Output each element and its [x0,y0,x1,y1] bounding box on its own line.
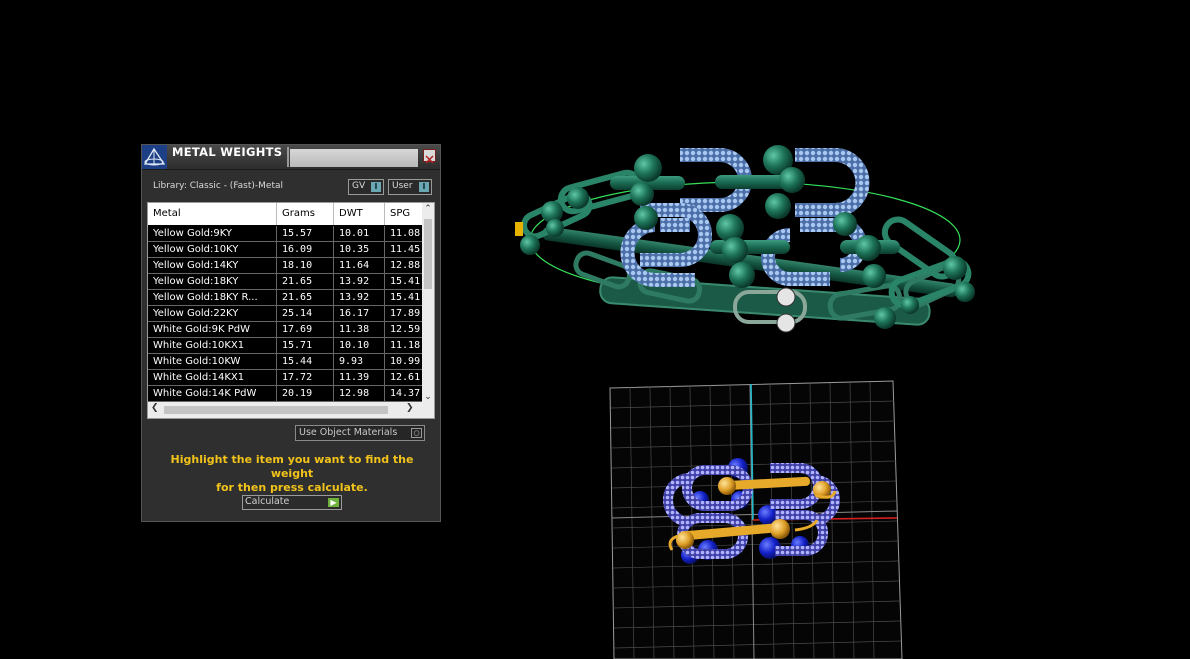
dwt-value: 11.39 [334,370,385,386]
spg-value: 10.99 [385,354,424,370]
chevron-left-icon[interactable]: ❮ [151,403,159,413]
vertical-scroll-thumb[interactable] [424,219,432,289]
vertical-scrollbar[interactable]: ⌃ ⌄ [422,203,434,403]
metal-name: White Gold:9K PdW [148,322,277,338]
top-view-grid[interactable] [609,380,903,659]
metal-name: Yellow Gold:9KY [148,226,277,242]
chevron-right-icon[interactable]: ❯ [406,403,414,413]
column-header-metal[interactable]: Metal [148,203,277,225]
user-toggle-switch-icon[interactable]: I [419,182,429,192]
chevron-up-icon[interactable]: ⌃ [422,204,434,214]
dwt-value: 9.93 [334,354,385,370]
gv-toggle-switch-icon[interactable]: I [371,182,381,192]
list-row[interactable]: Yellow Gold:9KY 15.57 10.01 11.08 [148,226,424,242]
spg-value: 12.59 [385,322,424,338]
spg-value: 11.45 [385,242,424,258]
bracelet-model-perspective[interactable] [515,145,975,333]
metal-name: White Gold:10KW [148,354,277,370]
grams-value: 20.19 [277,386,334,402]
instruction-text: Highlight the item you want to find the … [152,453,432,495]
grams-value: 15.44 [277,354,334,370]
dwt-value: 10.35 [334,242,385,258]
chevron-down-icon[interactable]: ⌄ [422,392,434,402]
3d-viewport[interactable]: METAL WEIGHTS Library: Classic - (Fast)-… [0,0,1190,659]
spg-value: 12.61 [385,370,424,386]
spg-value: 11.08 [385,226,424,242]
title-divider [287,147,289,167]
play-icon: ▶ [328,498,339,507]
title-drag-area[interactable] [290,149,418,167]
dwt-value: 16.17 [334,306,385,322]
metal-name: White Gold:14K PdW [148,386,277,402]
gv-toggle-label: GV [352,181,366,191]
spg-value: 15.41 [385,290,424,306]
instruction-line-2: for then press calculate. [216,481,368,494]
spg-value: 15.41 [385,274,424,290]
dropdown-circle-icon[interactable]: ○ [411,428,422,438]
close-icon [425,155,434,164]
grams-value: 15.57 [277,226,334,242]
list-row[interactable]: White Gold:14K PdW 20.19 12.98 14.37 [148,386,424,402]
metal-name: Yellow Gold:14KY [148,258,277,274]
calculate-label: Calculate [245,496,290,507]
user-toggle[interactable]: User I [388,179,432,195]
rhino-logo-icon [142,145,167,169]
instruction-line-1: Highlight the item you want to find the … [170,453,414,480]
spg-value: 14.37 [385,386,424,402]
library-label: Library: Classic - (Fast)-Metal [153,181,284,191]
metal-weights-panel: METAL WEIGHTS Library: Classic - (Fast)-… [141,144,441,522]
panel-titlebar[interactable]: METAL WEIGHTS [142,145,440,170]
materials-dropdown[interactable]: Use Object Materials ○ [295,425,425,441]
spg-value: 11.18 [385,338,424,354]
list-row[interactable]: White Gold:14KX1 17.72 11.39 12.61 [148,370,424,386]
metal-name: White Gold:14KX1 [148,370,277,386]
list-row[interactable]: Yellow Gold:18KY 21.65 13.92 15.41 [148,274,424,290]
dwt-value: 11.38 [334,322,385,338]
metal-name: Yellow Gold:18KY R... [148,290,277,306]
grams-value: 16.09 [277,242,334,258]
dwt-value: 11.64 [334,258,385,274]
metal-list[interactable]: Metal Grams DWT SPG Yellow Gold:9KY 15.5… [147,202,435,419]
dwt-value: 10.10 [334,338,385,354]
list-row[interactable]: White Gold:9K PdW 17.69 11.38 12.59 [148,322,424,338]
column-header-dwt[interactable]: DWT [334,203,385,225]
grams-value: 17.69 [277,322,334,338]
list-row[interactable]: Yellow Gold:14KY 18.10 11.64 12.88 [148,258,424,274]
metal-name: Yellow Gold:10KY [148,242,277,258]
dwt-value: 13.92 [334,274,385,290]
horizontal-scrollbar[interactable]: ❮ ❯ [148,402,434,418]
dwt-value: 13.92 [334,290,385,306]
list-row[interactable]: White Gold:10KW 15.44 9.93 10.99 [148,354,424,370]
list-row[interactable]: Yellow Gold:18KY R... 21.65 13.92 15.41 [148,290,424,306]
list-header: Metal Grams DWT SPG [148,203,424,225]
list-row[interactable]: Yellow Gold:22KY 25.14 16.17 17.89 [148,306,424,322]
metal-name: Yellow Gold:22KY [148,306,277,322]
panel-title: METAL WEIGHTS [172,145,283,159]
dwt-value: 12.98 [334,386,385,402]
calculate-button[interactable]: Calculate ▶ [242,495,342,510]
column-header-spg[interactable]: SPG [385,203,424,225]
materials-dropdown-value: Use Object Materials [299,427,398,438]
list-row[interactable]: Yellow Gold:10KY 16.09 10.35 11.45 [148,242,424,258]
grams-value: 21.65 [277,290,334,306]
grams-value: 18.10 [277,258,334,274]
horizontal-scroll-thumb[interactable] [164,406,388,414]
grams-value: 25.14 [277,306,334,322]
grams-value: 15.71 [277,338,334,354]
close-button[interactable] [423,149,436,164]
user-toggle-label: User [392,181,413,191]
spg-value: 12.88 [385,258,424,274]
metal-name: Yellow Gold:18KY [148,274,277,290]
metal-name: White Gold:10KX1 [148,338,277,354]
spg-value: 17.89 [385,306,424,322]
grams-value: 21.65 [277,274,334,290]
list-row[interactable]: White Gold:10KX1 15.71 10.10 11.18 [148,338,424,354]
grams-value: 17.72 [277,370,334,386]
column-header-grams[interactable]: Grams [277,203,334,225]
gv-toggle[interactable]: GV I [348,179,384,195]
dwt-value: 10.01 [334,226,385,242]
